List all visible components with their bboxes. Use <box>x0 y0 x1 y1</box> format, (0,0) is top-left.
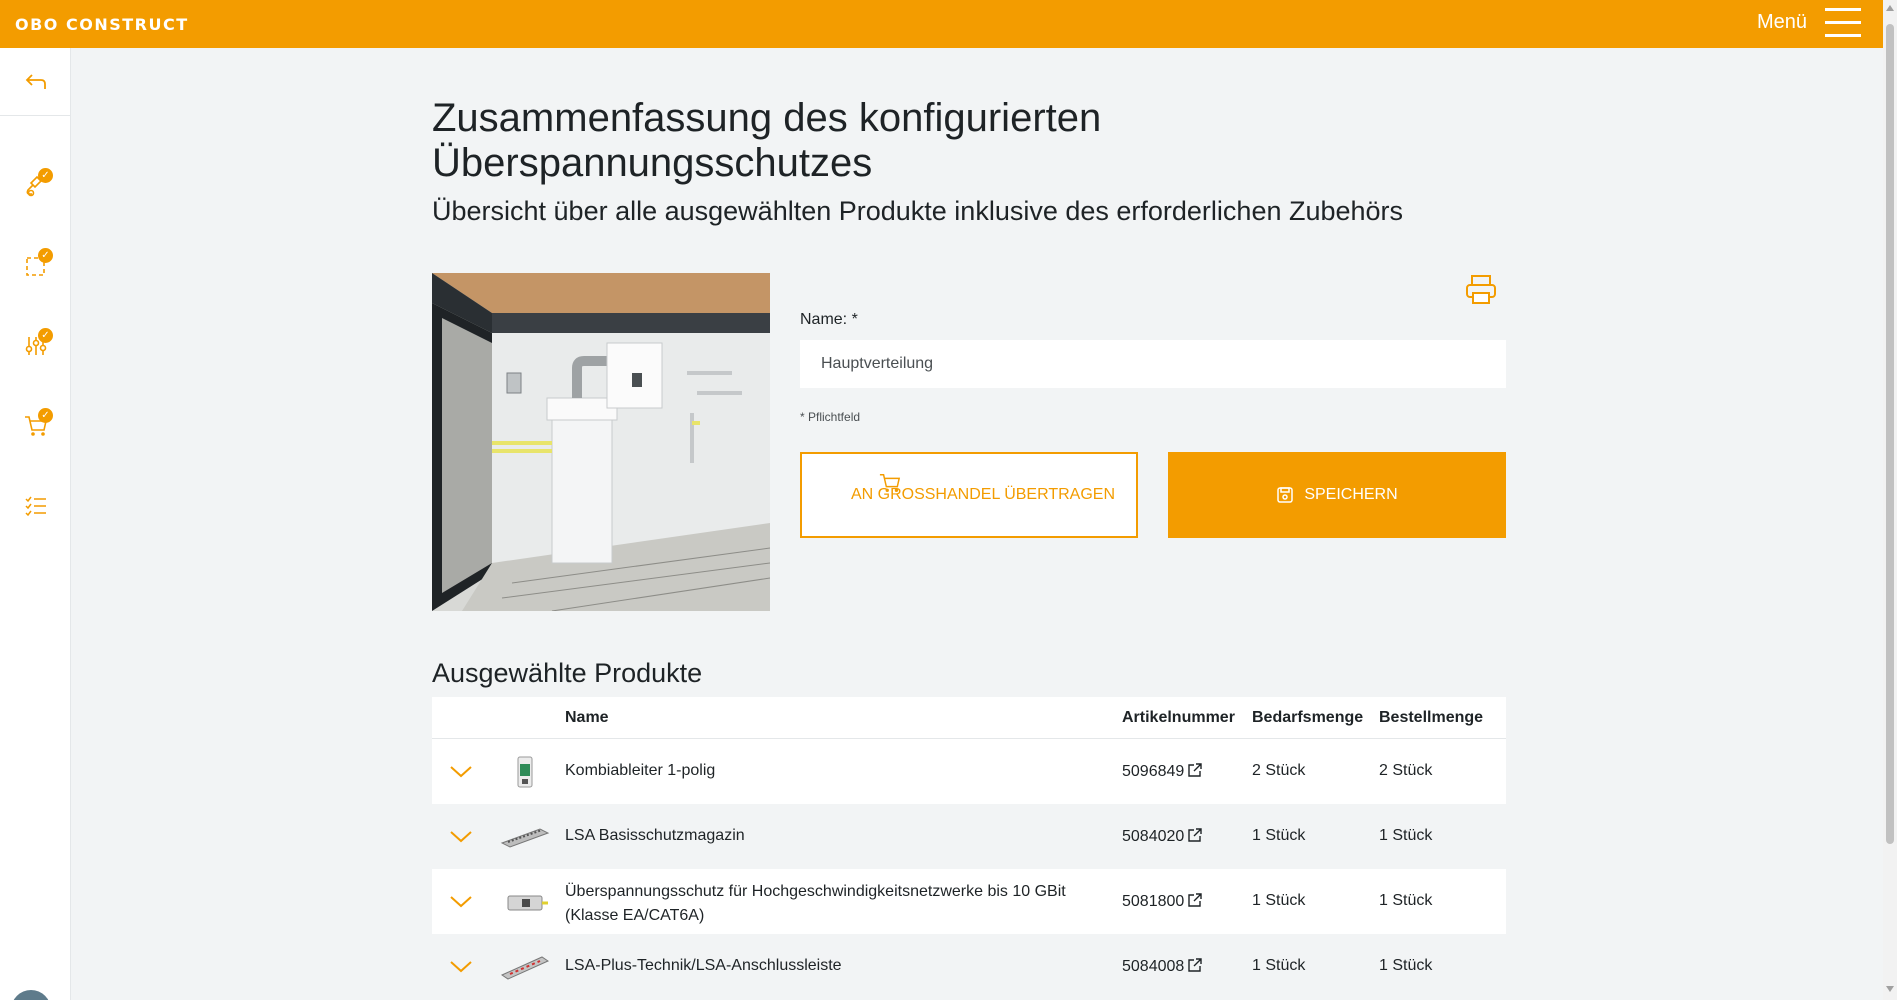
print-icon[interactable] <box>1463 271 1499 307</box>
table-header: Name Artikelnummer Bedarfsmenge Bestellm… <box>432 697 1506 739</box>
column-header-order[interactable]: Bestellmenge <box>1379 709 1483 727</box>
demand-quantity: 1 Stück <box>1252 827 1306 844</box>
table-row[interactable]: Kombiableiter 1-polig 5096849 2 Stück 2 … <box>432 739 1506 804</box>
product-name: LSA Basisschutzmagazin <box>565 827 745 844</box>
table-row[interactable]: LSA-Plus-Technik/LSA-Anschlussleiste 508… <box>432 934 1506 999</box>
chevron-down-icon[interactable] <box>446 826 476 846</box>
demand-quantity: 1 Stück <box>1252 892 1306 909</box>
step-cart[interactable]: ✓ <box>0 396 71 456</box>
save-button[interactable]: SPEICHERN <box>1168 452 1506 538</box>
step-sidebar: ✓ ✓ ✓ ✓ <box>0 48 71 1000</box>
demand-quantity: 1 Stück <box>1252 957 1306 974</box>
order-quantity: 1 Stück <box>1379 827 1433 844</box>
cart-icon <box>879 474 901 492</box>
top-bar: OBO CONSTRUCT Menü <box>0 0 1897 48</box>
step-area[interactable]: ✓ <box>0 236 71 296</box>
step-summary[interactable] <box>0 476 71 536</box>
required-field-note: * Pflichtfeld <box>800 410 861 424</box>
product-thumbnail <box>517 756 533 788</box>
products-table: Name Artikelnummer Bedarfsmenge Bestellm… <box>432 697 1506 999</box>
checklist-icon <box>24 496 46 517</box>
product-thumbnail <box>500 956 550 980</box>
chevron-down-icon[interactable] <box>446 956 476 976</box>
step-connection[interactable]: ✓ <box>0 156 71 216</box>
external-link-icon[interactable] <box>1187 762 1203 778</box>
scroll-down-arrow-icon[interactable] <box>1886 986 1894 992</box>
step-done-check-icon: ✓ <box>38 248 53 263</box>
external-link-icon[interactable] <box>1187 827 1203 843</box>
order-quantity: 2 Stück <box>1379 762 1433 779</box>
product-thumbnail <box>507 895 548 911</box>
scroll-up-arrow-icon[interactable] <box>1886 5 1894 11</box>
column-header-name[interactable]: Name <box>565 709 609 727</box>
hamburger-menu-icon[interactable] <box>1825 8 1861 38</box>
external-link-icon[interactable] <box>1187 957 1203 973</box>
table-row[interactable]: LSA Basisschutzmagazin 5084020 1 Stück 1… <box>432 804 1506 869</box>
table-row[interactable]: Überspannungsschutz für Hochgeschwindigk… <box>432 869 1506 934</box>
demand-quantity: 2 Stück <box>1252 762 1306 779</box>
article-number[interactable]: 5084008 <box>1122 957 1203 976</box>
step-done-check-icon: ✓ <box>38 328 53 343</box>
page-subtitle: Übersicht über alle ausgewählten Produkt… <box>432 196 1404 226</box>
product-name: Kombiableiter 1-polig <box>565 762 716 779</box>
step-done-check-icon: ✓ <box>38 408 53 423</box>
name-field-label: Name: * <box>800 311 858 328</box>
article-number-value: 5084008 <box>1122 958 1185 975</box>
order-quantity: 1 Stück <box>1379 957 1433 974</box>
article-number-value: 5081800 <box>1122 893 1185 910</box>
article-number-value: 5084020 <box>1122 828 1185 845</box>
app-logo[interactable]: OBO CONSTRUCT <box>15 15 189 34</box>
step-settings[interactable]: ✓ <box>0 316 71 376</box>
article-number[interactable]: 5084020 <box>1122 827 1203 846</box>
column-header-demand[interactable]: Bedarfsmenge <box>1252 709 1363 727</box>
save-icon <box>1277 487 1294 503</box>
save-button-label: SPEICHERN <box>1304 486 1398 503</box>
product-name: LSA-Plus-Technik/LSA-Anschlussleiste <box>565 957 842 974</box>
chevron-down-icon[interactable] <box>446 761 476 781</box>
transfer-button-label: AN GROSSHANDEL ÜBERTRAGEN <box>850 486 1116 503</box>
external-link-icon[interactable] <box>1187 892 1203 908</box>
scroll-thumb[interactable] <box>1886 24 1894 844</box>
product-thumbnail <box>500 828 550 848</box>
vertical-scrollbar[interactable] <box>1883 0 1897 1000</box>
article-number[interactable]: 5096849 <box>1122 762 1203 781</box>
back-button[interactable] <box>0 48 71 116</box>
chevron-down-icon[interactable] <box>446 891 476 911</box>
installation-illustration <box>432 273 770 611</box>
product-name: Überspannungsschutz für Hochgeschwindigk… <box>565 883 1066 924</box>
back-arrow-icon <box>25 73 46 89</box>
column-header-article[interactable]: Artikelnummer <box>1122 709 1235 727</box>
name-input[interactable] <box>800 340 1506 388</box>
order-quantity: 1 Stück <box>1379 892 1433 909</box>
step-done-check-icon: ✓ <box>38 168 53 183</box>
page-title: Zusammenfassung des konfigurierten Übers… <box>432 96 1102 185</box>
transfer-to-wholesaler-button[interactable]: AN GROSSHANDEL ÜBERTRAGEN <box>800 452 1138 538</box>
products-section-title: Ausgewählte Produkte <box>432 658 703 688</box>
article-number-value: 5096849 <box>1122 763 1185 780</box>
menu-label[interactable]: Menü <box>1757 11 1807 34</box>
close-button[interactable] <box>11 990 51 1000</box>
article-number[interactable]: 5081800 <box>1122 892 1203 911</box>
